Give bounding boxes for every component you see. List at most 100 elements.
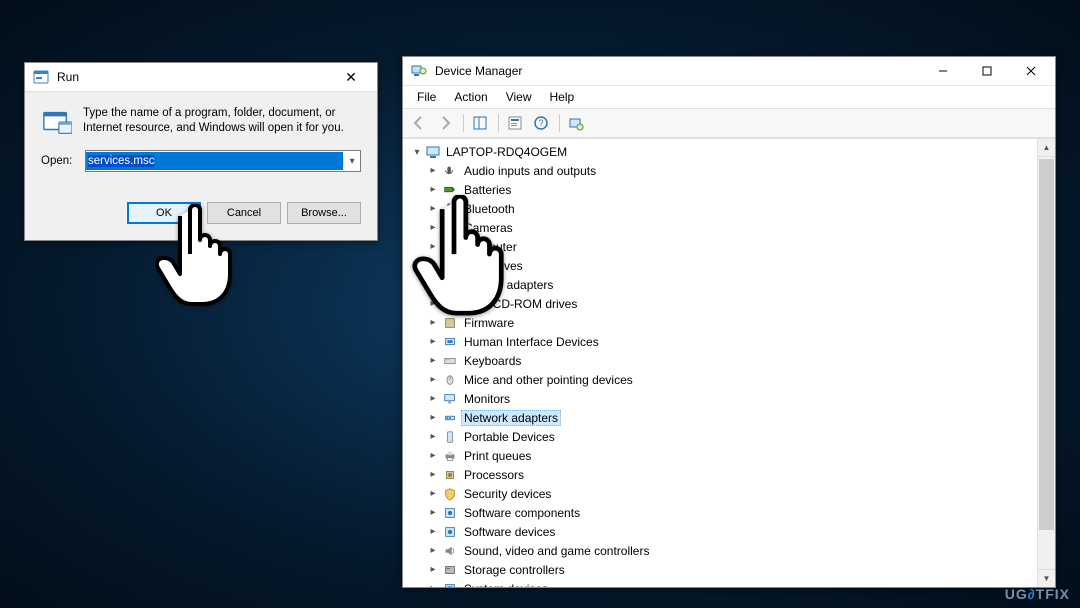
tree-item[interactable]: ▸Print queues xyxy=(427,446,1037,465)
chevron-down-icon[interactable]: ▾ xyxy=(411,146,423,158)
device-manager-window: Device Manager File Action View Help ? ▾… xyxy=(402,56,1056,588)
menu-view[interactable]: View xyxy=(498,88,540,106)
storage-icon xyxy=(442,562,458,578)
chevron-right-icon[interactable]: ▸ xyxy=(427,355,439,367)
chevron-right-icon[interactable]: ▸ xyxy=(427,469,439,481)
chevron-right-icon[interactable]: ▸ xyxy=(427,260,439,272)
chevron-right-icon[interactable]: ▸ xyxy=(427,393,439,405)
device-tree[interactable]: ▾ LAPTOP-RDQ4OGEM ▸Audio inputs and outp… xyxy=(403,139,1037,587)
chevron-down-icon[interactable]: ▾ xyxy=(343,156,360,167)
chevron-right-icon[interactable]: ▸ xyxy=(427,203,439,215)
tree-item-label: Human Interface Devices xyxy=(461,334,602,350)
dm-title: Device Manager xyxy=(435,64,921,78)
tree-item-label: Mice and other pointing devices xyxy=(461,372,636,388)
run-close-button[interactable]: ✕ xyxy=(331,66,371,88)
scroll-up-button[interactable]: ▲ xyxy=(1038,139,1055,157)
tree-item-label: Keyboards xyxy=(461,353,524,369)
chevron-right-icon[interactable]: ▸ xyxy=(427,184,439,196)
dm-close-button[interactable] xyxy=(1009,58,1053,84)
chevron-right-icon[interactable]: ▸ xyxy=(427,545,439,557)
tree-item[interactable]: ▸Software components xyxy=(427,503,1037,522)
chevron-right-icon[interactable]: ▸ xyxy=(427,564,439,576)
help-button[interactable]: ? xyxy=(529,111,553,135)
tree-item[interactable]: ▸ Keyboards xyxy=(427,351,1037,370)
portable-icon xyxy=(442,429,458,445)
computer-icon xyxy=(442,239,458,255)
tree-item[interactable]: ▸ Portable Devices xyxy=(427,427,1037,446)
chevron-right-icon[interactable]: ▸ xyxy=(427,241,439,253)
chevron-right-icon[interactable]: ▸ xyxy=(427,412,439,424)
tree-item[interactable]: ▸ Software devices xyxy=(427,522,1037,541)
chevron-right-icon[interactable]: ▸ xyxy=(427,450,439,462)
device-manager-icon xyxy=(411,63,427,79)
tree-item[interactable]: ▸Display adapters xyxy=(427,275,1037,294)
cancel-button[interactable]: Cancel xyxy=(207,202,281,224)
menu-action[interactable]: Action xyxy=(446,88,495,106)
chevron-right-icon[interactable]: ▸ xyxy=(427,298,439,310)
chevron-right-icon[interactable]: ▸ xyxy=(427,317,439,329)
tree-item[interactable]: ▸System devices xyxy=(427,579,1037,587)
run-open-input[interactable] xyxy=(86,152,343,170)
tree-item[interactable]: ▸Computer xyxy=(427,237,1037,256)
tree-item[interactable]: ▸Cameras xyxy=(427,218,1037,237)
tree-item[interactable]: ▸DVD/CD-ROM drives xyxy=(427,294,1037,313)
mouse-icon xyxy=(442,372,458,388)
chevron-right-icon[interactable]: ▸ xyxy=(427,488,439,500)
tree-item[interactable]: ▸Network adapters xyxy=(427,408,1037,427)
chevron-right-icon[interactable]: ▸ xyxy=(427,526,439,538)
dm-toolbar: ? xyxy=(403,108,1055,138)
bluetooth-icon xyxy=(442,201,458,217)
show-hide-button[interactable] xyxy=(468,111,492,135)
tree-item[interactable]: ▸Firmware xyxy=(427,313,1037,332)
run-open-combo[interactable]: ▾ xyxy=(85,150,361,172)
disk-icon xyxy=(442,258,458,274)
chevron-right-icon[interactable]: ▸ xyxy=(427,222,439,234)
tree-item[interactable]: ▸Audio inputs and outputs xyxy=(427,161,1037,180)
tree-item[interactable]: ▸ Mice and other pointing devices xyxy=(427,370,1037,389)
tree-item[interactable]: ▸ Human Interface Devices xyxy=(427,332,1037,351)
chevron-right-icon[interactable]: ▸ xyxy=(427,336,439,348)
properties-button[interactable] xyxy=(503,111,527,135)
forward-button[interactable] xyxy=(433,111,457,135)
tree-item[interactable]: ▸Disk drives xyxy=(427,256,1037,275)
tree-item-label: Bluetooth xyxy=(461,201,518,217)
tree-item-label: Monitors xyxy=(461,391,513,407)
back-button[interactable] xyxy=(407,111,431,135)
tree-item-label: Portable Devices xyxy=(461,429,558,445)
camera-icon xyxy=(442,220,458,236)
chevron-right-icon[interactable]: ▸ xyxy=(427,374,439,386)
run-titlebar[interactable]: Run ✕ xyxy=(25,63,377,92)
run-dialog: Run ✕ Type the name of a program, folder… xyxy=(24,62,378,241)
maximize-button[interactable] xyxy=(965,58,1009,84)
chevron-right-icon[interactable]: ▸ xyxy=(427,583,439,588)
tree-item[interactable]: ▸Batteries xyxy=(427,180,1037,199)
chevron-right-icon[interactable]: ▸ xyxy=(427,431,439,443)
tree-item[interactable]: ▸Storage controllers xyxy=(427,560,1037,579)
tree-item-label: Software devices xyxy=(461,524,558,540)
tree-item[interactable]: ▸ Monitors xyxy=(427,389,1037,408)
ok-button[interactable]: OK xyxy=(127,202,201,224)
scroll-track[interactable] xyxy=(1038,157,1055,569)
chevron-right-icon[interactable]: ▸ xyxy=(427,165,439,177)
chevron-right-icon[interactable]: ▸ xyxy=(427,279,439,291)
tree-root[interactable]: ▾ LAPTOP-RDQ4OGEM xyxy=(405,143,1037,161)
menu-help[interactable]: Help xyxy=(542,88,583,106)
battery-icon xyxy=(442,182,458,198)
firmware-icon xyxy=(442,315,458,331)
dm-menubar: File Action View Help xyxy=(403,86,1055,108)
browse-button[interactable]: Browse... xyxy=(287,202,361,224)
menu-file[interactable]: File xyxy=(409,88,444,106)
minimize-button[interactable] xyxy=(921,58,965,84)
scroll-thumb[interactable] xyxy=(1039,159,1054,530)
tree-item[interactable]: ▸Processors xyxy=(427,465,1037,484)
scan-hardware-button[interactable] xyxy=(564,111,588,135)
run-open-label: Open: xyxy=(41,155,77,167)
tree-item[interactable]: ▸ Security devices xyxy=(427,484,1037,503)
tree-item[interactable]: ▸Sound, video and game controllers xyxy=(427,541,1037,560)
dm-titlebar[interactable]: Device Manager xyxy=(403,57,1055,86)
scroll-down-button[interactable]: ▼ xyxy=(1038,569,1055,587)
chevron-right-icon[interactable]: ▸ xyxy=(427,507,439,519)
scrollbar[interactable]: ▲ ▼ xyxy=(1037,139,1055,587)
tree-item[interactable]: ▸ Bluetooth xyxy=(427,199,1037,218)
tree-item-label: Security devices xyxy=(461,486,554,502)
